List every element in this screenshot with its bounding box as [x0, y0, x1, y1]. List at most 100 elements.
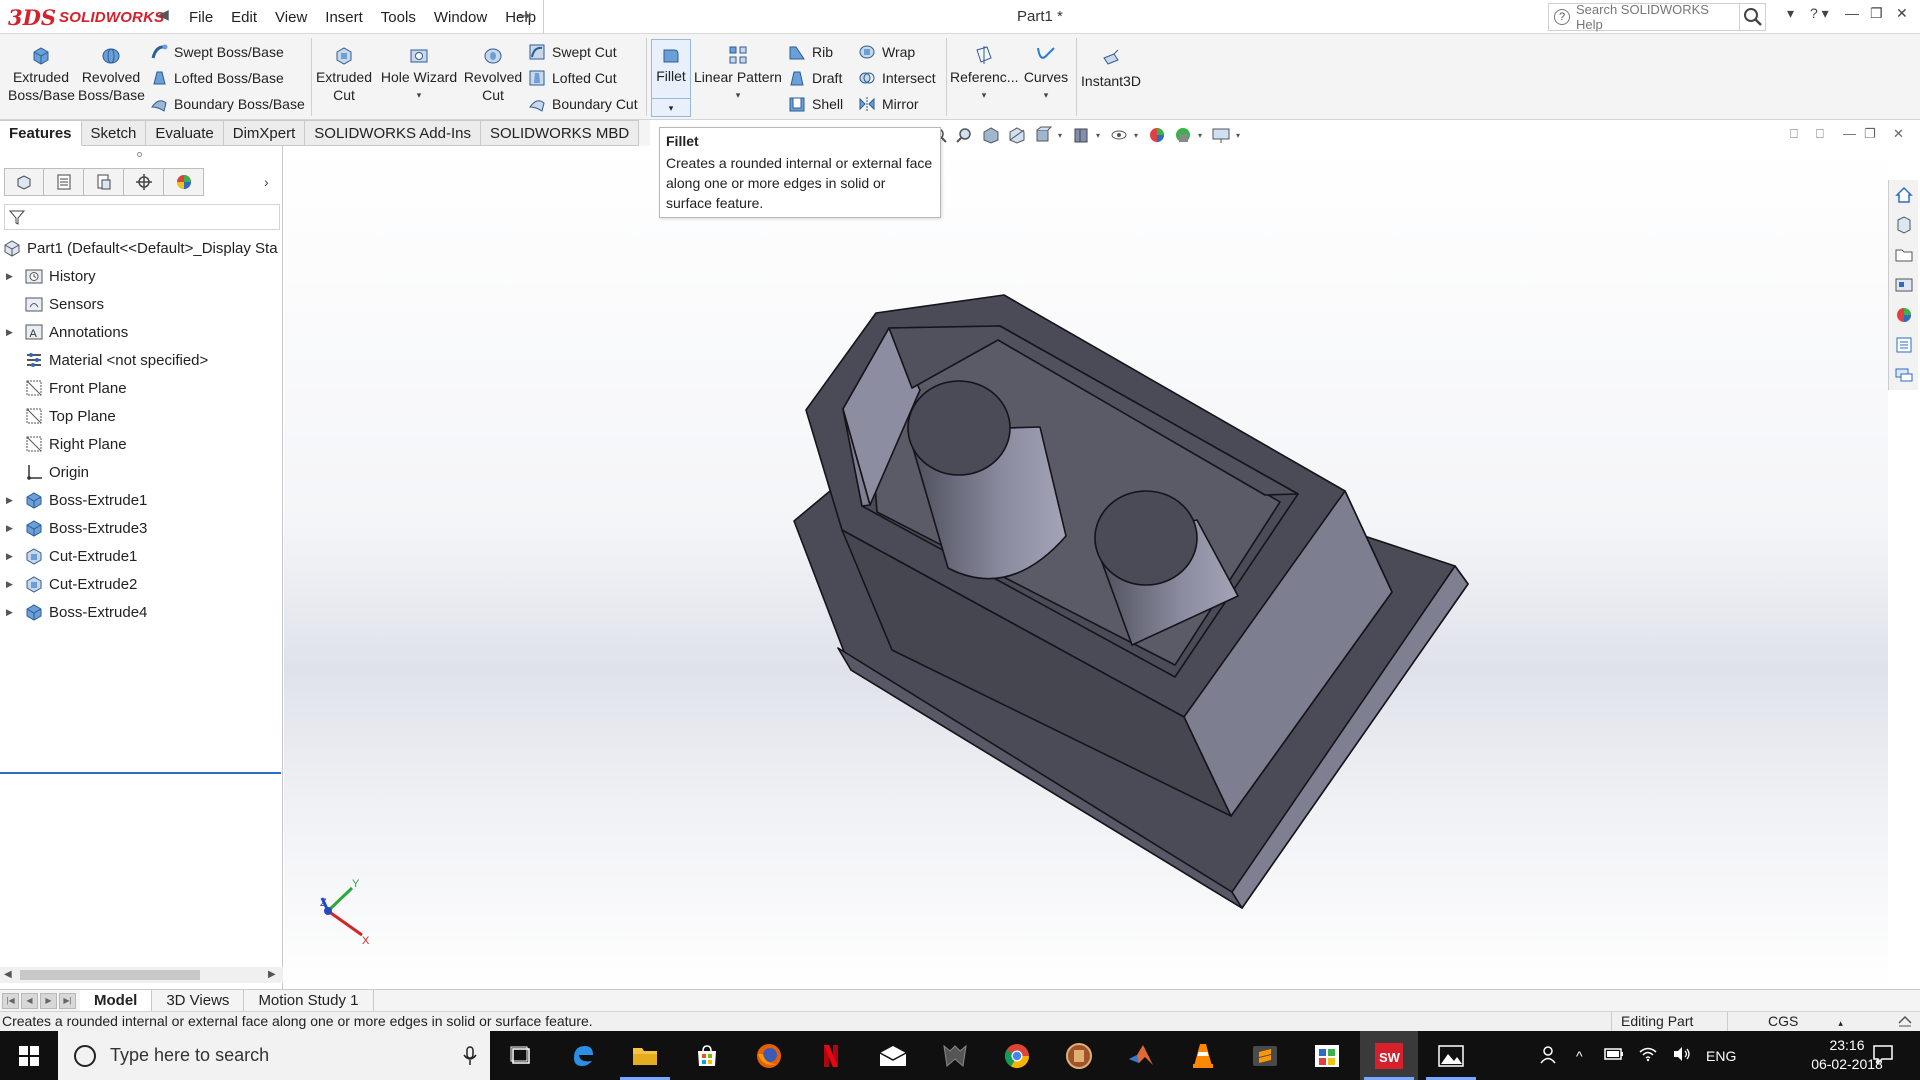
apply-scene-icon[interactable] — [1172, 125, 1194, 145]
appearances-icon[interactable] — [1889, 300, 1919, 330]
linear-pattern-button[interactable]: Linear Pattern ▾ — [694, 40, 782, 104]
viewport-split-horizontal-icon[interactable]: ⎕ — [1790, 126, 1798, 142]
display-style-dropdown-icon[interactable]: ▾ — [1096, 131, 1104, 140]
tab-solidworks-addins[interactable]: SOLIDWORKS Add-Ins — [305, 120, 481, 146]
volume-icon[interactable] — [1672, 1046, 1692, 1065]
menu-view[interactable]: View — [266, 9, 316, 26]
close-icon[interactable]: ✕ — [1896, 5, 1908, 22]
tree-item-right-plane[interactable]: Right Plane — [0, 430, 283, 458]
tab-evaluate[interactable]: Evaluate — [146, 120, 224, 146]
tree-filter[interactable] — [4, 204, 280, 230]
swept-boss-button[interactable]: Swept Boss/Base — [150, 42, 284, 62]
swept-cut-button[interactable]: Swept Cut — [528, 42, 617, 62]
matlab-icon[interactable] — [1112, 1031, 1170, 1080]
last-tab-icon[interactable]: ▶| — [59, 992, 76, 1009]
tree-item-boss-extrude4[interactable]: ▶ Boss-Extrude4 — [0, 598, 283, 626]
pin-menu-icon[interactable]: ⇥ — [518, 6, 531, 26]
graphics-area[interactable]: Y X Z — [284, 146, 1888, 989]
tree-item-material[interactable]: Material <not specified> — [0, 346, 283, 374]
viewport-split-vertical-icon[interactable]: ⎕ — [1816, 126, 1824, 142]
scrollbar-thumb[interactable] — [20, 970, 200, 980]
extruded-boss-button[interactable]: Extruded Boss/Base — [8, 40, 75, 104]
instant3d-button[interactable]: Instant3D — [1078, 44, 1144, 90]
wifi-icon[interactable] — [1638, 1046, 1658, 1065]
rib-button[interactable]: Rib — [788, 42, 833, 62]
draft-button[interactable]: Draft — [788, 68, 842, 88]
custom-properties-icon[interactable] — [1889, 330, 1919, 360]
rollback-bar[interactable] — [0, 772, 281, 774]
battery-icon[interactable] — [1604, 1047, 1624, 1064]
tree-item-origin[interactable]: Origin — [0, 458, 283, 486]
photos-icon[interactable] — [1422, 1031, 1480, 1080]
language-indicator[interactable]: ENG — [1706, 1048, 1736, 1064]
panel-horizontal-scrollbar[interactable]: ◀ ▶ — [0, 967, 283, 983]
netflix-icon[interactable] — [802, 1031, 860, 1080]
shell-button[interactable]: Shell — [788, 94, 843, 114]
hide-show-dropdown-icon[interactable]: ▾ — [1134, 131, 1142, 140]
tab-features[interactable]: Features — [0, 120, 82, 146]
wrap-button[interactable]: Wrap — [858, 42, 915, 62]
menu-insert[interactable]: Insert — [316, 9, 372, 26]
viewport-minimize-icon[interactable]: — — [1843, 126, 1856, 141]
revolved-cut-button[interactable]: Revolved Cut — [462, 40, 524, 104]
firefox-icon[interactable] — [740, 1031, 798, 1080]
scroll-right-icon[interactable]: ▶ — [268, 967, 276, 983]
extruded-cut-button[interactable]: Extruded Cut — [314, 40, 374, 104]
mirror-button[interactable]: Mirror — [858, 94, 919, 114]
sublime-icon[interactable] — [1236, 1031, 1294, 1080]
viewport-restore-icon[interactable]: ❐ — [1864, 126, 1876, 142]
lofted-boss-button[interactable]: Lofted Boss/Base — [150, 68, 284, 88]
previous-view-icon[interactable] — [980, 125, 1002, 145]
linear-pattern-dropdown-icon[interactable]: ▾ — [694, 86, 782, 104]
view-orientation-icon[interactable] — [1032, 125, 1054, 145]
tree-item-history[interactable]: ▶ History — [0, 262, 283, 290]
help-search-placeholder[interactable]: Search SOLIDWORKS Help — [1576, 2, 1739, 32]
vlc-icon[interactable] — [1174, 1031, 1232, 1080]
chrome-icon[interactable] — [988, 1031, 1046, 1080]
tab-model[interactable]: Model — [80, 990, 153, 1012]
start-button[interactable] — [0, 1031, 58, 1080]
hide-show-items-icon[interactable] — [1108, 125, 1130, 145]
reference-geometry-button[interactable]: Referenc... ▾ — [950, 40, 1018, 104]
view-settings-icon[interactable] — [1210, 125, 1232, 145]
edit-appearance-icon[interactable] — [1146, 125, 1168, 145]
apply-scene-dropdown-icon[interactable]: ▾ — [1198, 131, 1206, 140]
fillet-dropdown-icon[interactable]: ▾ — [652, 98, 690, 116]
next-tab-icon[interactable]: ▶ — [40, 992, 57, 1009]
help-search-box[interactable]: ? Search SOLIDWORKS Help — [1548, 2, 1766, 32]
dimxpertmanager-tab-icon[interactable] — [124, 168, 164, 196]
tree-item-top-plane[interactable]: Top Plane — [0, 402, 283, 430]
restore-icon[interactable]: ❐ — [1870, 5, 1883, 22]
curves-dropdown-icon[interactable]: ▾ — [1018, 86, 1074, 104]
view-orientation-dropdown-icon[interactable]: ▾ — [1058, 131, 1066, 140]
menu-tools[interactable]: Tools — [372, 9, 425, 26]
displaymanager-tab-icon[interactable] — [164, 168, 204, 196]
hole-wizard-dropdown-icon[interactable]: ▾ — [378, 86, 460, 104]
zoom-to-area-icon[interactable] — [954, 125, 976, 145]
panel-expand-icon[interactable]: › — [264, 174, 269, 190]
photos-app-icon[interactable] — [1298, 1031, 1356, 1080]
microphone-icon[interactable] — [450, 1045, 490, 1066]
first-tab-icon[interactable]: |◀ — [2, 992, 19, 1009]
display-style-icon[interactable] — [1070, 125, 1092, 145]
task-view-icon[interactable] — [492, 1031, 550, 1080]
expand-arrow-icon[interactable]: ▶ — [6, 327, 18, 338]
configurationmanager-tab-icon[interactable] — [84, 168, 124, 196]
viewport-close-icon[interactable]: ✕ — [1893, 126, 1904, 142]
expand-arrow-icon[interactable]: ▶ — [6, 551, 18, 562]
people-icon[interactable] — [1540, 1044, 1562, 1067]
edge-icon[interactable] — [554, 1031, 612, 1080]
expand-arrow-icon[interactable]: ▶ — [6, 523, 18, 534]
boundary-boss-button[interactable]: Boundary Boss/Base — [150, 94, 305, 114]
store-icon[interactable] — [678, 1031, 736, 1080]
tree-root-part[interactable]: Part1 (Default<<Default>_Display Sta — [0, 234, 283, 262]
panel-grip[interactable] — [137, 152, 142, 157]
propertymanager-tab-icon[interactable] — [44, 168, 84, 196]
file-explorer-icon[interactable] — [1889, 240, 1919, 270]
tree-item-boss-extrude3[interactable]: ▶ Boss-Extrude3 — [0, 514, 283, 542]
show-hidden-icons-icon[interactable]: ^ — [1576, 1048, 1590, 1064]
tree-item-sensors[interactable]: Sensors — [0, 290, 283, 318]
taskbar-search-box[interactable]: Type here to search — [58, 1031, 490, 1080]
previous-tab-icon[interactable]: ◀ — [21, 992, 38, 1009]
tab-dimxpert[interactable]: DimXpert — [223, 120, 306, 146]
